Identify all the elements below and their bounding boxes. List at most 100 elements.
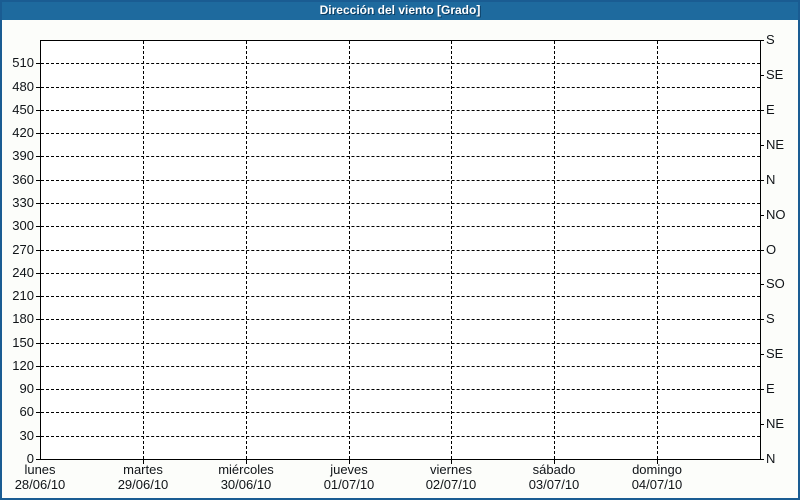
x-gridline xyxy=(143,41,144,459)
y-gridline xyxy=(41,180,760,181)
compass-axis-tick xyxy=(760,180,764,181)
y-axis-tick-label: 180 xyxy=(12,311,34,326)
x-axis-date-label: 01/07/10 xyxy=(323,477,375,492)
y-axis-tick-label: 480 xyxy=(12,79,34,94)
y-axis-tick xyxy=(36,180,40,181)
y-axis-tick xyxy=(36,110,40,111)
y-axis-tick xyxy=(36,156,40,157)
y-axis-tick xyxy=(36,366,40,367)
y-axis-tick-label: 240 xyxy=(12,265,34,280)
y-gridline xyxy=(41,273,760,274)
y-gridline xyxy=(41,343,760,344)
y-axis-tick-label: 510 xyxy=(12,55,34,70)
compass-axis-tick xyxy=(760,354,764,355)
y-axis-tick-label: 390 xyxy=(12,148,34,163)
compass-axis-tick xyxy=(760,215,764,216)
compass-axis-tick xyxy=(760,459,764,460)
compass-axis-tick xyxy=(760,284,764,285)
y-gridline xyxy=(41,63,760,64)
compass-axis-tick-label: SE xyxy=(766,346,784,361)
x-axis-date-label: 02/07/10 xyxy=(425,477,477,492)
x-axis-day-label: martes xyxy=(123,462,163,477)
compass-axis-tick xyxy=(760,40,764,41)
chart-window: Dirección del viento [Grado] Grado 03060… xyxy=(0,0,800,500)
y-gridline xyxy=(41,156,760,157)
y-axis-tick-label: 330 xyxy=(12,195,34,210)
compass-axis-tick-label: NE xyxy=(766,416,785,431)
x-axis-date-label: 03/07/10 xyxy=(528,477,580,492)
x-axis-day-label: sábado xyxy=(532,462,576,477)
y-axis-tick-label: 150 xyxy=(12,335,34,350)
x-axis-day-label: viernes xyxy=(430,462,472,477)
y-axis-tick xyxy=(36,203,40,204)
compass-axis-tick xyxy=(760,110,764,111)
y-axis-tick-label: 270 xyxy=(12,242,34,257)
chart-title: Dirección del viento [Grado] xyxy=(319,3,481,17)
x-axis-date-label: 30/06/10 xyxy=(220,477,272,492)
y-axis-tick xyxy=(36,389,40,390)
x-axis-day-label: jueves xyxy=(330,462,368,477)
compass-axis-tick xyxy=(760,75,764,76)
x-axis-day-label: lunes xyxy=(24,462,56,477)
x-gridline xyxy=(349,41,350,459)
y-axis-tick xyxy=(36,63,40,64)
y-gridline xyxy=(41,366,760,367)
y-axis-tick-label: 300 xyxy=(12,218,34,233)
y-gridline xyxy=(41,319,760,320)
y-gridline xyxy=(41,389,760,390)
y-axis-tick xyxy=(36,250,40,251)
x-gridline xyxy=(554,41,555,459)
y-axis-tick-label: 450 xyxy=(12,102,34,117)
y-gridline xyxy=(41,110,760,111)
chart-title-bar: Dirección del viento [Grado] xyxy=(0,0,800,20)
x-gridline xyxy=(657,41,658,459)
y-axis-tick xyxy=(36,436,40,437)
compass-axis-tick-label: NE xyxy=(766,137,785,152)
compass-axis-tick xyxy=(760,319,764,320)
x-axis-date-label: 04/07/10 xyxy=(631,477,683,492)
compass-axis-tick-label: S xyxy=(766,32,775,47)
compass-axis-tick-label: N xyxy=(766,451,776,466)
y-axis-tick-label: 30 xyxy=(19,428,34,443)
compass-axis-tick-label: S xyxy=(766,311,775,326)
y-axis-tick xyxy=(36,296,40,297)
y-axis-tick-label: 90 xyxy=(19,381,34,396)
y-axis-tick xyxy=(36,319,40,320)
y-gridline xyxy=(41,436,760,437)
compass-axis-tick-label: O xyxy=(766,242,777,257)
x-axis-day-label: domingo xyxy=(632,462,682,477)
y-axis-tick-label: 210 xyxy=(12,288,34,303)
y-axis-tick xyxy=(36,412,40,413)
compass-axis-tick xyxy=(760,424,764,425)
y-gridline xyxy=(41,296,760,297)
y-gridline xyxy=(41,412,760,413)
y-axis-tick xyxy=(36,87,40,88)
x-axis-date-label: 29/06/10 xyxy=(117,477,169,492)
compass-axis-tick-label: SE xyxy=(766,67,784,82)
compass-axis-tick-label: SO xyxy=(766,276,785,291)
y-axis-tick xyxy=(36,273,40,274)
y-axis-tick-label: 120 xyxy=(12,358,34,373)
x-axis-day-label: miércoles xyxy=(218,462,274,477)
compass-axis-tick xyxy=(760,145,764,146)
x-axis-date-label: 28/06/10 xyxy=(14,477,66,492)
x-gridline xyxy=(246,41,247,459)
compass-axis-tick xyxy=(760,389,764,390)
y-gridline xyxy=(41,87,760,88)
y-gridline xyxy=(41,133,760,134)
compass-axis-tick xyxy=(760,250,764,251)
compass-axis-tick-label: N xyxy=(766,172,776,187)
y-axis-tick xyxy=(36,133,40,134)
compass-axis-tick-label: E xyxy=(766,381,775,396)
y-axis-tick xyxy=(36,459,40,460)
x-gridline xyxy=(451,41,452,459)
y-gridline xyxy=(41,250,760,251)
y-axis-tick xyxy=(36,226,40,227)
y-gridline xyxy=(41,203,760,204)
compass-axis-tick-label: E xyxy=(766,102,775,117)
y-axis-tick xyxy=(36,343,40,344)
y-gridline xyxy=(41,226,760,227)
y-axis-tick-label: 420 xyxy=(12,125,34,140)
y-axis-tick-label: 360 xyxy=(12,172,34,187)
compass-axis-tick-label: NO xyxy=(766,207,786,222)
